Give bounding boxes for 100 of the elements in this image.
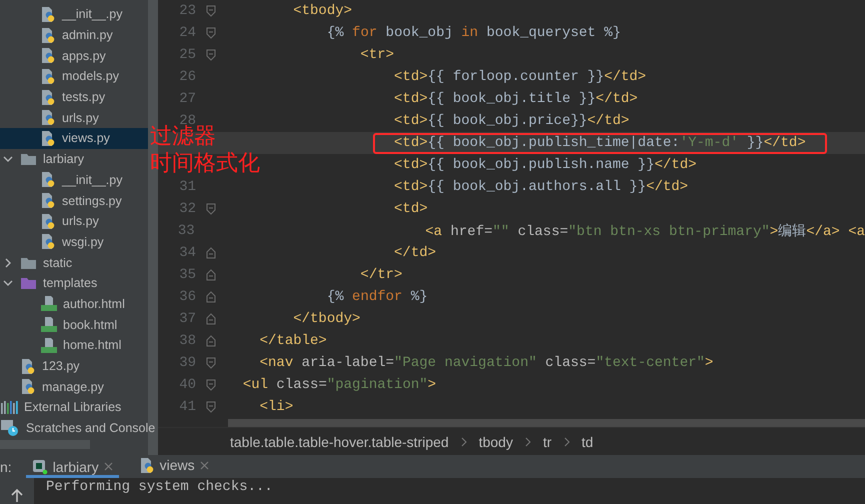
tree-item[interactable]: templates	[0, 272, 148, 294]
code-line: </tr>	[360, 267, 402, 283]
code-line: <a href="" class="btn btn-xs btn-primary">编辑</a> <a	[425, 222, 865, 240]
tree-item[interactable]: author.html	[0, 294, 148, 314]
python-file-icon	[138, 456, 155, 474]
python-file-icon	[40, 6, 56, 23]
close-icon[interactable]	[104, 462, 113, 471]
python-file-icon	[40, 130, 56, 147]
line-number: 35	[179, 267, 196, 283]
up-arrow-icon[interactable]	[11, 488, 23, 502]
chevron-icon	[460, 436, 467, 447]
close-icon[interactable]	[200, 460, 209, 470]
chevron-icon[interactable]	[3, 154, 13, 164]
code-line: <td>{{ forloop.counter }}</td>	[394, 69, 646, 85]
fold-marker-icon[interactable]	[206, 401, 216, 413]
tree-item[interactable]: book.html	[0, 314, 148, 335]
fold-marker-icon[interactable]	[206, 269, 216, 281]
tree-item[interactable]: views.py	[0, 128, 148, 149]
html-file-icon	[40, 316, 57, 334]
python-file-icon	[40, 192, 56, 210]
python-file-icon	[40, 109, 56, 126]
code-line: <td>{{ book_obj.price}}</td>	[394, 113, 630, 129]
line-number: 37	[179, 311, 196, 327]
line-number: 32	[179, 201, 196, 217]
code-line: </table>	[260, 333, 327, 349]
tree-item[interactable]: models.py	[0, 66, 148, 87]
tree-item[interactable]: __init__.py	[0, 4, 148, 25]
run-label: n:	[0, 458, 12, 474]
python-file-icon	[40, 212, 56, 230]
python-file-icon	[40, 47, 56, 64]
python-file-icon	[40, 171, 56, 188]
scrollbar[interactable]	[228, 419, 865, 428]
fold-marker-icon[interactable]	[206, 5, 216, 17]
code-line: <td>{{ book_obj.publish.name }}</td>	[394, 157, 696, 173]
tree-item[interactable]: apps.py	[0, 45, 148, 66]
tree-item[interactable]: wsgi.py	[0, 232, 148, 252]
line-number: 36	[179, 289, 196, 305]
fold-marker-icon[interactable]	[206, 27, 216, 39]
breadcrumb-item[interactable]: td	[582, 434, 594, 450]
line-number: 33	[178, 223, 195, 239]
line-number: 23	[179, 3, 196, 19]
tree-item[interactable]: urls.py	[0, 210, 148, 232]
tree-item[interactable]: External Libraries	[0, 397, 148, 418]
fold-marker-icon[interactable]	[206, 291, 216, 303]
tree-item[interactable]: settings.py	[0, 190, 148, 211]
line-number: 41	[179, 399, 196, 415]
line-number: 27	[179, 91, 196, 107]
code-line: <td>{{ book_obj.publish_time|date:'Y-m-d' }}</td>	[394, 135, 806, 151]
tree-item[interactable]: larbiary	[0, 148, 148, 170]
chevron-icon	[564, 436, 570, 447]
line-number: 34	[179, 245, 196, 261]
fold-marker-icon[interactable]	[206, 203, 216, 215]
tree-item[interactable]: static	[0, 252, 148, 273]
code-line: <td>{{ book_obj.title }}</td>	[394, 91, 638, 107]
tree-item[interactable]: 123.py	[0, 356, 148, 376]
code-line: </td>	[394, 245, 436, 261]
folder-icon	[20, 256, 37, 270]
line-number: 40	[179, 377, 196, 393]
code-line: </tbody>	[293, 311, 360, 327]
code-line: <td>	[394, 201, 428, 217]
code-line: <li>	[260, 399, 294, 415]
python-file-icon	[40, 233, 56, 250]
line-number: 24	[179, 25, 196, 41]
code-line: <tr>	[360, 47, 394, 63]
tree-item[interactable]: Scratches and Console	[0, 418, 156, 438]
django-file-icon	[32, 458, 48, 474]
code-line: <td>{{ book_obj.authors.all }}</td>	[394, 179, 688, 195]
chevron-icon[interactable]	[3, 258, 13, 268]
python-file-icon	[40, 26, 56, 44]
chevron-icon	[524, 436, 531, 447]
scratches-icon	[0, 419, 20, 438]
html-file-icon	[40, 295, 57, 312]
fold-marker-icon[interactable]	[206, 247, 216, 259]
fold-marker-icon[interactable]	[206, 313, 216, 325]
tree-item[interactable]: admin.py	[0, 24, 148, 46]
line-number: 26	[179, 69, 196, 85]
breadcrumb-item[interactable]: tbody	[478, 434, 513, 450]
code-line: <tbody>	[293, 3, 352, 19]
fold-marker-icon[interactable]	[206, 335, 216, 347]
run-tab[interactable]: views	[132, 455, 215, 478]
code-line: <ul class="pagination">	[242, 377, 436, 393]
folder-icon	[20, 276, 37, 290]
folder-icon	[20, 152, 37, 166]
fold-marker-icon[interactable]	[206, 379, 216, 391]
tree-item[interactable]: tests.py	[0, 86, 148, 108]
breadcrumb-item[interactable]: tr	[542, 434, 552, 450]
line-number: 31	[179, 179, 196, 195]
fold-marker-icon[interactable]	[206, 49, 216, 61]
libraries-icon	[0, 399, 18, 416]
tree-item[interactable]: manage.py	[0, 376, 148, 398]
tree-item[interactable]: __init__.py	[0, 170, 148, 190]
html-file-icon	[40, 336, 57, 354]
code-line: <nav aria-label="Page navigation" class="text-center">	[260, 355, 714, 371]
breadcrumb-item[interactable]: table.table.table-hover.table-striped	[230, 434, 449, 450]
fold-marker-icon[interactable]	[206, 357, 216, 369]
python-file-icon	[40, 68, 56, 85]
chevron-icon[interactable]	[3, 278, 13, 288]
tree-item[interactable]: urls.py	[0, 107, 148, 128]
tree-item[interactable]: home.html	[0, 335, 148, 356]
console-output: Performing system checks...	[45, 478, 273, 496]
